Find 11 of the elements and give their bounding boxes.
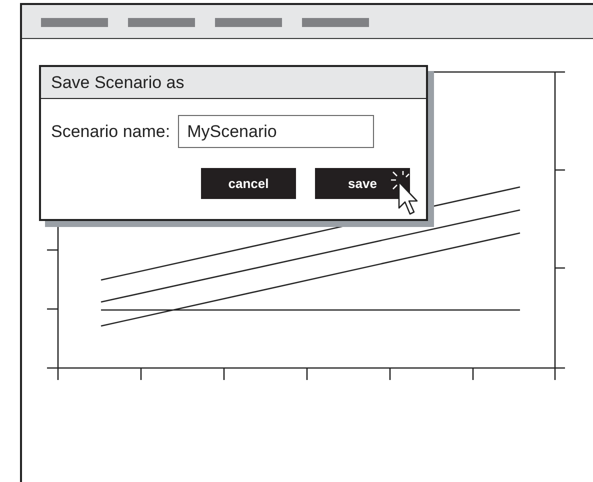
- save-button[interactable]: save: [315, 168, 410, 199]
- menu-placeholder-bar: [128, 18, 195, 27]
- field-label: Scenario name:: [51, 122, 170, 142]
- menu-placeholder-bar: [215, 18, 282, 27]
- menu-placeholder-bar: [41, 18, 108, 27]
- scenario-name-field[interactable]: MyScenario: [178, 115, 374, 148]
- cursor-icon: [398, 181, 418, 215]
- click-burst-icon: [391, 170, 410, 190]
- dialog-title: Save Scenario as: [41, 67, 426, 99]
- menu-placeholder-bar: [302, 18, 369, 27]
- cancel-button[interactable]: cancel: [201, 168, 296, 199]
